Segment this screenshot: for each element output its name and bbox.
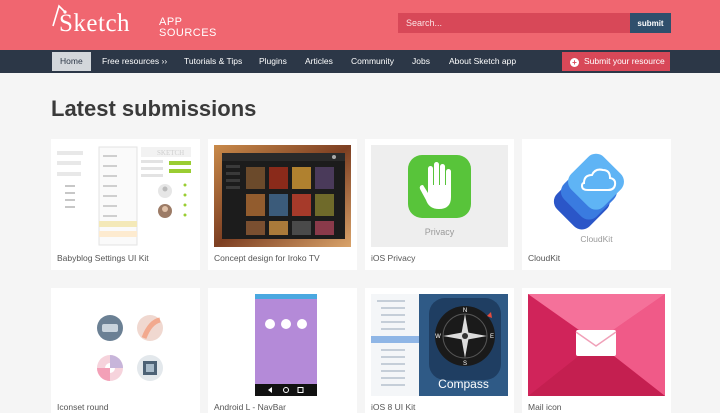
submission-card[interactable]: Iconset round xyxy=(51,288,200,413)
card-title[interactable]: iOS Privacy xyxy=(371,253,415,263)
site-logo[interactable]: Sketch APP SOURCES xyxy=(51,4,216,44)
plus-circle-icon: + xyxy=(570,58,579,67)
privacy-caption: Privacy xyxy=(424,227,455,237)
svg-text:S: S xyxy=(463,361,467,367)
card-thumbnail[interactable]: N S W E Compass xyxy=(371,294,508,396)
card-thumbnail[interactable]: Privacy xyxy=(371,145,508,247)
card-title[interactable]: Iconset round xyxy=(57,402,109,412)
submit-resource-label: Submit your resource xyxy=(584,56,665,66)
card-thumbnail[interactable] xyxy=(528,294,665,396)
envelope-icon xyxy=(575,330,617,356)
search-submit-button[interactable]: submit xyxy=(630,13,671,33)
card-title[interactable]: Android L - NavBar xyxy=(214,402,286,412)
card-thumbnail[interactable]: SKETCH xyxy=(57,145,194,247)
card-title[interactable]: iOS 8 UI Kit xyxy=(371,402,415,412)
submission-card[interactable]: N S W E Compass iOS 8 UI Kit xyxy=(365,288,514,413)
nav-item-jobs[interactable]: Jobs xyxy=(412,52,430,71)
svg-text:W: W xyxy=(435,334,441,340)
submission-card[interactable]: Privacy iOS Privacy xyxy=(365,139,514,270)
card-title[interactable]: CloudKit xyxy=(528,253,560,263)
submission-card[interactable]: Concept design for Iroko TV xyxy=(208,139,357,270)
card-thumbnail[interactable] xyxy=(214,145,351,247)
cloudkit-caption: CloudKit xyxy=(580,234,613,244)
svg-text:E: E xyxy=(490,334,494,340)
nav-item-free-resources[interactable]: Free resources ›› xyxy=(102,52,167,71)
page-title: Latest submissions xyxy=(51,96,257,121)
svg-text:N: N xyxy=(463,308,467,314)
submission-card[interactable]: SKETCH Babyblog Settings UI Kit xyxy=(51,139,200,270)
submission-card[interactable]: Mail icon xyxy=(522,288,671,413)
card-title[interactable]: Babyblog Settings UI Kit xyxy=(57,253,149,263)
card-title[interactable]: Mail icon xyxy=(528,402,562,412)
card-title[interactable]: Concept design for Iroko TV xyxy=(214,253,320,263)
nav-item-articles[interactable]: Articles xyxy=(305,52,333,71)
nav-item-home[interactable]: Home xyxy=(52,52,91,71)
submission-card[interactable]: Android L - NavBar xyxy=(208,288,357,413)
card-thumbnail[interactable]: CloudKit xyxy=(528,145,665,247)
card-thumbnail[interactable] xyxy=(57,294,194,396)
site-header: Sketch APP SOURCES submit xyxy=(0,0,720,50)
compass-caption: Compass xyxy=(438,377,489,391)
nav-item-tutorials[interactable]: Tutorials & Tips xyxy=(184,52,242,71)
submission-card[interactable]: CloudKit CloudKit xyxy=(522,139,671,270)
card-thumbnail[interactable] xyxy=(214,294,351,396)
logo-sub-sources: SOURCES xyxy=(159,27,217,39)
nav-item-community[interactable]: Community xyxy=(351,52,394,71)
search-input[interactable] xyxy=(398,13,630,33)
svg-text:SKETCH: SKETCH xyxy=(157,149,184,157)
logo-word: Sketch xyxy=(59,10,131,37)
submit-resource-button[interactable]: + Submit your resource xyxy=(562,52,670,71)
nav-item-about[interactable]: About Sketch app xyxy=(449,52,516,71)
nav-item-plugins[interactable]: Plugins xyxy=(259,52,287,71)
